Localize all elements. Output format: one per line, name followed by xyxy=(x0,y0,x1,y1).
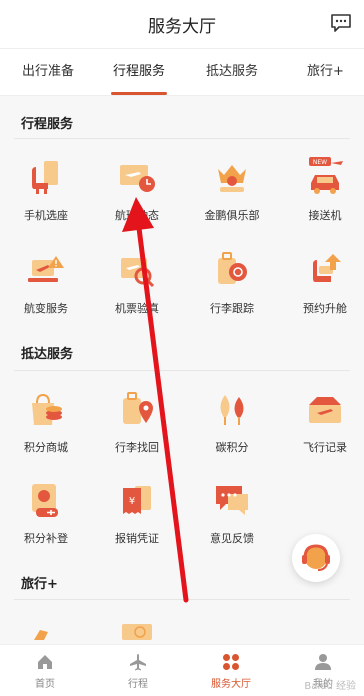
points-supplement-icon xyxy=(32,484,58,517)
section-title-arrival-service: 抵达服务 xyxy=(21,347,74,362)
feedback-icon xyxy=(216,486,248,515)
watermark: Baidu 经验 xyxy=(304,681,356,692)
message-icon[interactable] xyxy=(330,13,352,33)
service-baggage-track[interactable]: 行李跟踪 xyxy=(192,250,272,320)
section-title-trip-service: 行程服务 xyxy=(21,117,74,132)
nav-trip-label: 行程 xyxy=(128,679,148,690)
service-label: 碳积分 xyxy=(215,441,249,454)
service-baggage-find[interactable]: 行李找回 xyxy=(97,389,177,459)
tab-bar: 出行准备 行程服务 抵达服务 旅行+ xyxy=(0,48,364,96)
home-icon xyxy=(38,655,52,669)
service-label: 积分补登 xyxy=(24,532,68,545)
service-label: 行李跟踪 xyxy=(210,302,254,315)
partial-service-icon xyxy=(34,630,48,640)
service-label: 航变服务 xyxy=(24,302,68,315)
tab-travel-plus[interactable]: 旅行+ xyxy=(307,49,344,95)
service-flight-record[interactable]: 飞行记录 xyxy=(285,389,364,459)
service-label: 预约升舱 xyxy=(303,302,347,315)
service-carbon[interactable]: 碳积分 xyxy=(192,389,272,459)
svg-text:¥: ¥ xyxy=(129,496,135,507)
service-label: 手机选座 xyxy=(24,209,68,222)
points-mall-icon xyxy=(32,393,62,425)
service-feedback[interactable]: 意见反馈 xyxy=(192,480,272,550)
section-divider xyxy=(14,370,350,371)
headset-icon xyxy=(302,544,330,571)
nav-trip[interactable]: 行程 xyxy=(103,645,173,696)
svg-text:NEW: NEW xyxy=(313,159,327,166)
nav-service-hall-label: 服务大厅 xyxy=(211,679,251,690)
grid-dots-icon xyxy=(223,654,239,670)
tab-travel-prep[interactable]: 出行准备 xyxy=(22,49,74,95)
service-label: 机票验真 xyxy=(115,302,159,315)
section-divider xyxy=(14,138,350,139)
service-seat-select[interactable]: 手机选座 xyxy=(6,157,86,227)
partial-service-icon xyxy=(122,624,152,640)
service-label: 行李找回 xyxy=(115,441,159,454)
service-receipt[interactable]: ¥ 报销凭证 xyxy=(97,480,177,550)
service-label: 报销凭证 xyxy=(115,532,159,545)
nav-service-hall[interactable]: 服务大厅 xyxy=(196,645,266,696)
service-label: 飞行记录 xyxy=(303,441,347,454)
customer-service-button[interactable] xyxy=(292,534,340,582)
service-label: 航班动态 xyxy=(115,209,159,222)
service-label: 接送机 xyxy=(308,209,342,222)
ticket-verify-icon xyxy=(121,258,155,288)
section-title-travel-plus: 旅行+ xyxy=(21,577,58,592)
section-divider xyxy=(14,599,350,600)
service-car-transfer[interactable]: NEW 接送机 xyxy=(285,157,364,227)
receipt-icon: ¥ xyxy=(123,486,151,514)
service-club[interactable]: 金鹏俱乐部 xyxy=(192,157,272,227)
page-title: 服务大厅 xyxy=(148,16,216,37)
nav-home[interactable]: 首页 xyxy=(10,645,80,696)
service-points-mall[interactable]: 积分商城 xyxy=(6,389,86,459)
club-crown-icon xyxy=(218,165,246,192)
user-icon xyxy=(315,654,331,670)
nav-home-label: 首页 xyxy=(35,679,55,690)
service-flight-status[interactable]: 航班动态 xyxy=(97,157,177,227)
service-ticket-verify[interactable]: 机票验真 xyxy=(97,250,177,320)
flight-status-icon xyxy=(120,165,155,192)
seat-select-icon xyxy=(32,161,58,194)
flight-change-icon xyxy=(28,256,64,282)
tab-arrival-service[interactable]: 抵达服务 xyxy=(206,49,258,95)
baggage-find-icon xyxy=(123,392,153,424)
baggage-track-icon xyxy=(218,252,247,284)
service-label: 积分商城 xyxy=(24,441,68,454)
service-points-supplement[interactable]: 积分补登 xyxy=(6,480,86,550)
plane-icon xyxy=(130,654,146,671)
service-label: 意见反馈 xyxy=(210,532,254,545)
car-transfer-icon: NEW xyxy=(309,157,343,194)
service-upgrade[interactable]: 预约升舱 xyxy=(285,250,364,320)
upgrade-seat-icon xyxy=(313,254,341,282)
carbon-tree-icon xyxy=(220,395,244,425)
flight-record-icon xyxy=(309,397,341,423)
service-flight-change[interactable]: 航变服务 xyxy=(6,250,86,320)
header: 服务大厅 xyxy=(0,0,364,48)
tab-trip-service[interactable]: 行程服务 xyxy=(111,49,167,95)
service-label: 金鹏俱乐部 xyxy=(204,209,260,222)
